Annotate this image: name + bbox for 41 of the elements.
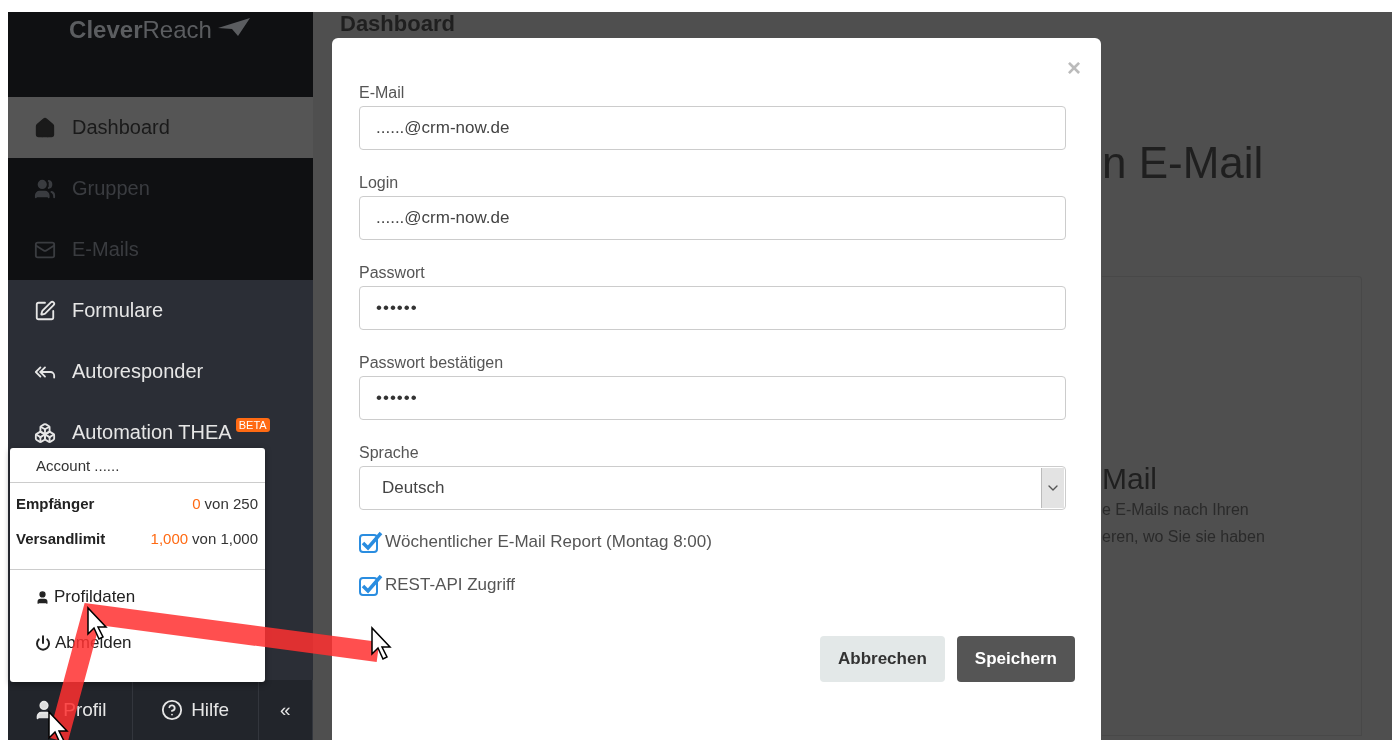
field-label: Passwort bbox=[359, 264, 426, 282]
stat-label: Empfänger bbox=[16, 495, 95, 512]
nav-item[interactable]: Formulare bbox=[8, 280, 313, 341]
menu-item[interactable]: Profildaten bbox=[10, 570, 265, 616]
nav-icon bbox=[34, 116, 56, 139]
checkbox[interactable] bbox=[359, 530, 383, 554]
field-label: Login bbox=[359, 174, 400, 192]
input-field[interactable]: ......@crm-now.de bbox=[359, 196, 1066, 240]
help-icon bbox=[161, 699, 184, 721]
password-field[interactable]: •••••• bbox=[359, 376, 1066, 420]
checkbox-label: Wöchentlicher E-Mail Report (Montag 8:00) bbox=[385, 532, 712, 552]
nav-icon bbox=[34, 421, 56, 444]
field-label: Passwort bestätigen bbox=[359, 354, 505, 372]
nav-icon bbox=[34, 177, 56, 200]
logo: CleverReach bbox=[69, 16, 212, 44]
field-label: E-Mail bbox=[359, 84, 406, 102]
stat-used: 1,000 bbox=[150, 530, 189, 547]
nav-label: Automation THEA bbox=[72, 421, 232, 444]
stat-limit: von 250 bbox=[204, 495, 258, 512]
password-field[interactable]: •••••• bbox=[359, 286, 1066, 330]
stat-limit: von 1,000 bbox=[192, 530, 258, 547]
nav-label: Formulare bbox=[72, 299, 164, 322]
user-icon bbox=[35, 589, 50, 605]
cancel-button[interactable]: Abbrechen bbox=[820, 636, 945, 682]
cursor-icon bbox=[371, 626, 392, 660]
checkbox[interactable] bbox=[359, 573, 383, 597]
power-icon bbox=[35, 635, 51, 651]
caret-icon bbox=[1041, 468, 1064, 508]
language-select[interactable]: Deutsch bbox=[359, 466, 1066, 510]
save-button[interactable]: Speichern bbox=[956, 636, 1075, 682]
account-name: Account ...... bbox=[10, 448, 265, 483]
checkbox-label: REST-API Zugriff bbox=[385, 575, 516, 595]
field-label: Sprache bbox=[359, 444, 420, 462]
nav-label: Dashboard bbox=[72, 116, 170, 139]
nav-icon bbox=[34, 299, 56, 322]
stat-label: Versandlimit bbox=[16, 530, 106, 547]
nav-item[interactable]: Autoresponder bbox=[8, 341, 313, 402]
nav-label: Autoresponder bbox=[72, 360, 204, 383]
input-field[interactable]: ......@crm-now.de bbox=[359, 106, 1066, 150]
stat-used: 0 bbox=[192, 495, 201, 512]
beta-badge: BETA bbox=[235, 418, 270, 432]
